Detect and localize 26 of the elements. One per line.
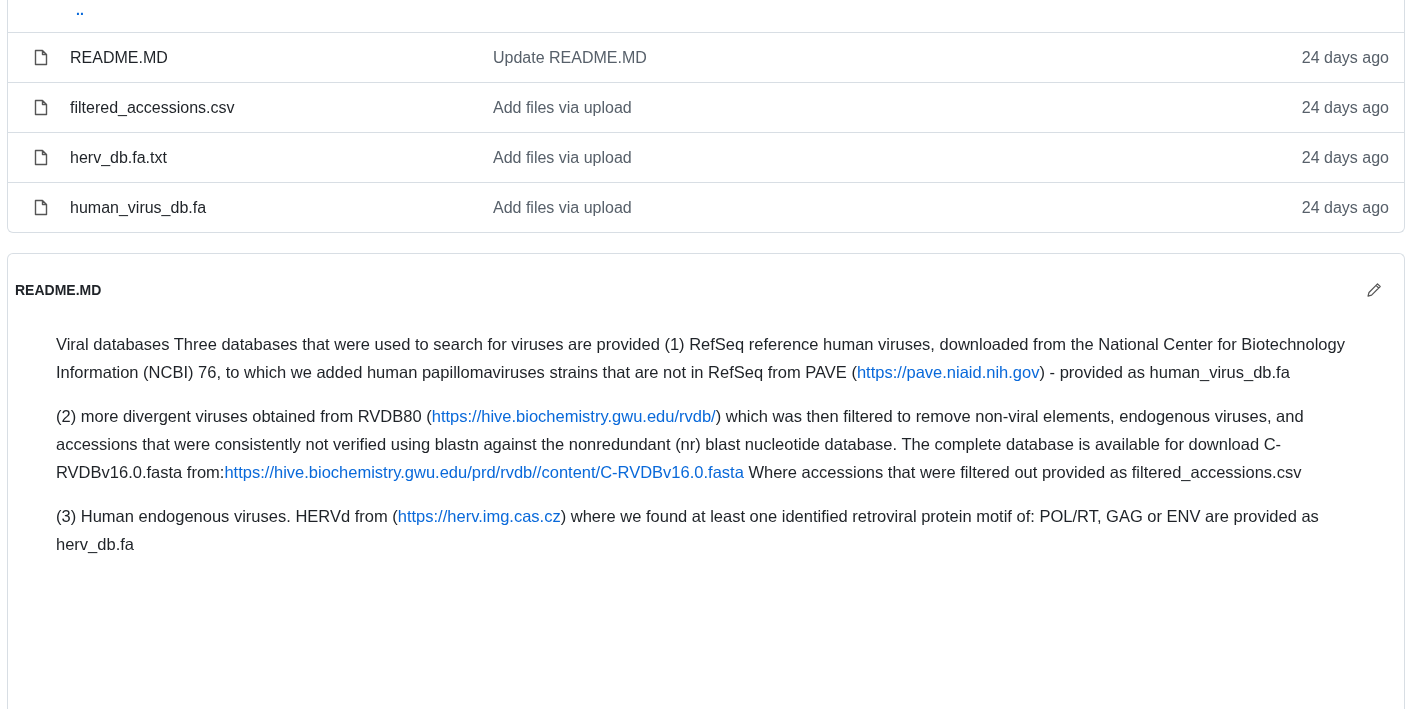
file-name-link[interactable]: human_virus_db.fa	[70, 198, 493, 217]
url-link[interactable]: https://hive.biochemistry.gwu.edu/prd/rvdb//content/C-RVDBv16.0.fasta	[224, 463, 744, 481]
file-icon	[34, 99, 48, 116]
commit-age: 24 days ago	[1301, 98, 1389, 117]
readme-title: README.MD	[15, 282, 102, 298]
edit-icon[interactable]	[1366, 282, 1382, 298]
commit-age: 24 days ago	[1301, 48, 1389, 67]
commit-message-link[interactable]: Add files via upload	[493, 148, 632, 167]
file-icon	[34, 199, 48, 216]
file-icon	[34, 49, 48, 66]
url-link[interactable]: https://pave.niaid.nih.gov	[856, 363, 1040, 381]
url-link[interactable]: https://herv.img.cas.cz	[397, 507, 561, 525]
commit-message-link[interactable]: Add files via upload	[493, 98, 632, 117]
commit-message-link[interactable]: Update README.MD	[493, 48, 647, 67]
commit-message-link[interactable]: Add files via upload	[493, 198, 632, 217]
parent-directory-link[interactable]: ..	[76, 2, 84, 18]
file-name-link[interactable]: README.MD	[70, 48, 493, 67]
url-link[interactable]: https://hive.biochemistry.gwu.edu/rvdb/	[431, 407, 716, 425]
file-icon	[34, 149, 48, 166]
readme-paragraph: (3) Human endogenous viruses. HERVd from (https://herv.img.cas.cz) where we found at least one identified retroviral protein motif of: POL/RT, GAG or ENV are provided as herv_db.fa	[56, 506, 1320, 555]
commit-age: 24 days ago	[1301, 148, 1389, 167]
readme-paragraph: Viral databases Three databases that were used to search for viruses are provided (1) RefSeq reference human viruses, downloaded from the National Center for Biotechnology Information (NCBI) 76, to which we added human papillomaviruses strains that are not in RefSeq from PAVE (https://pave.niaid.nih.gov) - provided as human_virus_db.fa	[56, 334, 1346, 383]
readme-paragraph: (2) more divergent viruses obtained from RVDB80 (https://hive.biochemistry.gwu.edu/rvdb/) which was then filtered to remove non-viral elements, endogenous viruses, and accessions that were consistently not verified using blastn against the nonredundant (nr) blast nucleotide database. The complete database is available for download C-RVDBv16.0.fasta from:https://hive.biochemistry.gwu.edu/prd/rvdb//content/C-RVDBv16.0.fasta Where accessions that were filtered out provided as filtered_accessions.csv	[56, 406, 1305, 483]
commit-age: 24 days ago	[1301, 198, 1389, 217]
file-name-link[interactable]: filtered_accessions.csv	[70, 98, 493, 117]
file-name-link[interactable]: herv_db.fa.txt	[70, 148, 493, 167]
